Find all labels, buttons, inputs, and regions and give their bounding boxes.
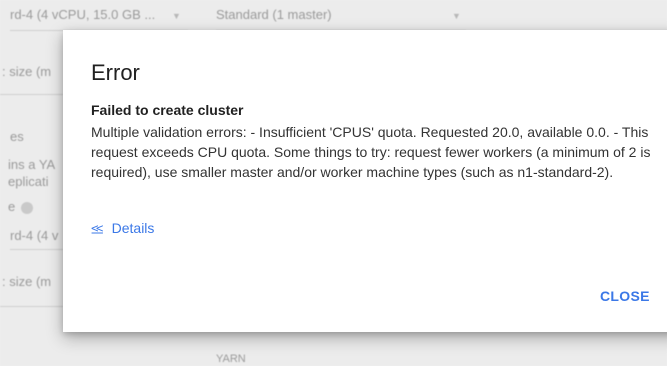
dialog-message: Multiple validation errors: - Insufficie…: [91, 124, 651, 180]
label-e: e: [8, 199, 16, 214]
details-label: Details: [111, 220, 155, 236]
chevron-double-down-icon: ⪣: [91, 221, 104, 236]
field-label-e: e: [8, 199, 34, 214]
machine-type-value: rd-4 (4 vCPU, 15.0 GB ...: [10, 7, 156, 22]
cluster-mode-value: Standard (1 master): [216, 7, 332, 22]
dropdown-arrow-icon: ▼: [452, 11, 461, 21]
machine-type-select-2[interactable]: rd-4 (4 v: [10, 228, 58, 243]
machine-type-select[interactable]: rd-4 (4 vCPU, 15.0 GB ...: [10, 7, 155, 22]
divider: [0, 94, 63, 95]
bottom-fragment-text: YARN: [216, 353, 246, 365]
label-es: es: [10, 129, 24, 144]
help-text: ins a YA: [8, 157, 55, 172]
dropdown-arrow-icon: ▼: [172, 11, 181, 21]
disk-size-field-2[interactable]: : size (m: [2, 274, 51, 289]
machine-type-value-2: rd-4 (4 v: [10, 228, 59, 243]
close-button[interactable]: CLOSE: [600, 288, 650, 304]
divider: [10, 249, 63, 250]
section-label: es: [10, 129, 24, 144]
help-text-line1: ins a YA: [8, 157, 56, 172]
error-dialog: Error Failed to create cluster Multiple …: [63, 30, 667, 332]
bottom-fragment: YARN: [216, 353, 246, 365]
dialog-subtitle: Failed to create cluster: [91, 102, 244, 118]
disk-size-field[interactable]: : size (m: [2, 64, 51, 79]
disk-size-label: : size (m: [2, 64, 52, 79]
disk-size-label-2: : size (m: [2, 274, 52, 289]
dialog-title: Error: [91, 60, 140, 85]
help-icon[interactable]: [21, 201, 34, 214]
details-toggle[interactable]: ⪣ Details: [91, 220, 154, 237]
cluster-mode-select[interactable]: Standard (1 master): [216, 7, 332, 22]
help-text-2: eplicati: [8, 174, 48, 189]
divider: [0, 306, 63, 307]
help-text-line2: eplicati: [8, 174, 49, 189]
